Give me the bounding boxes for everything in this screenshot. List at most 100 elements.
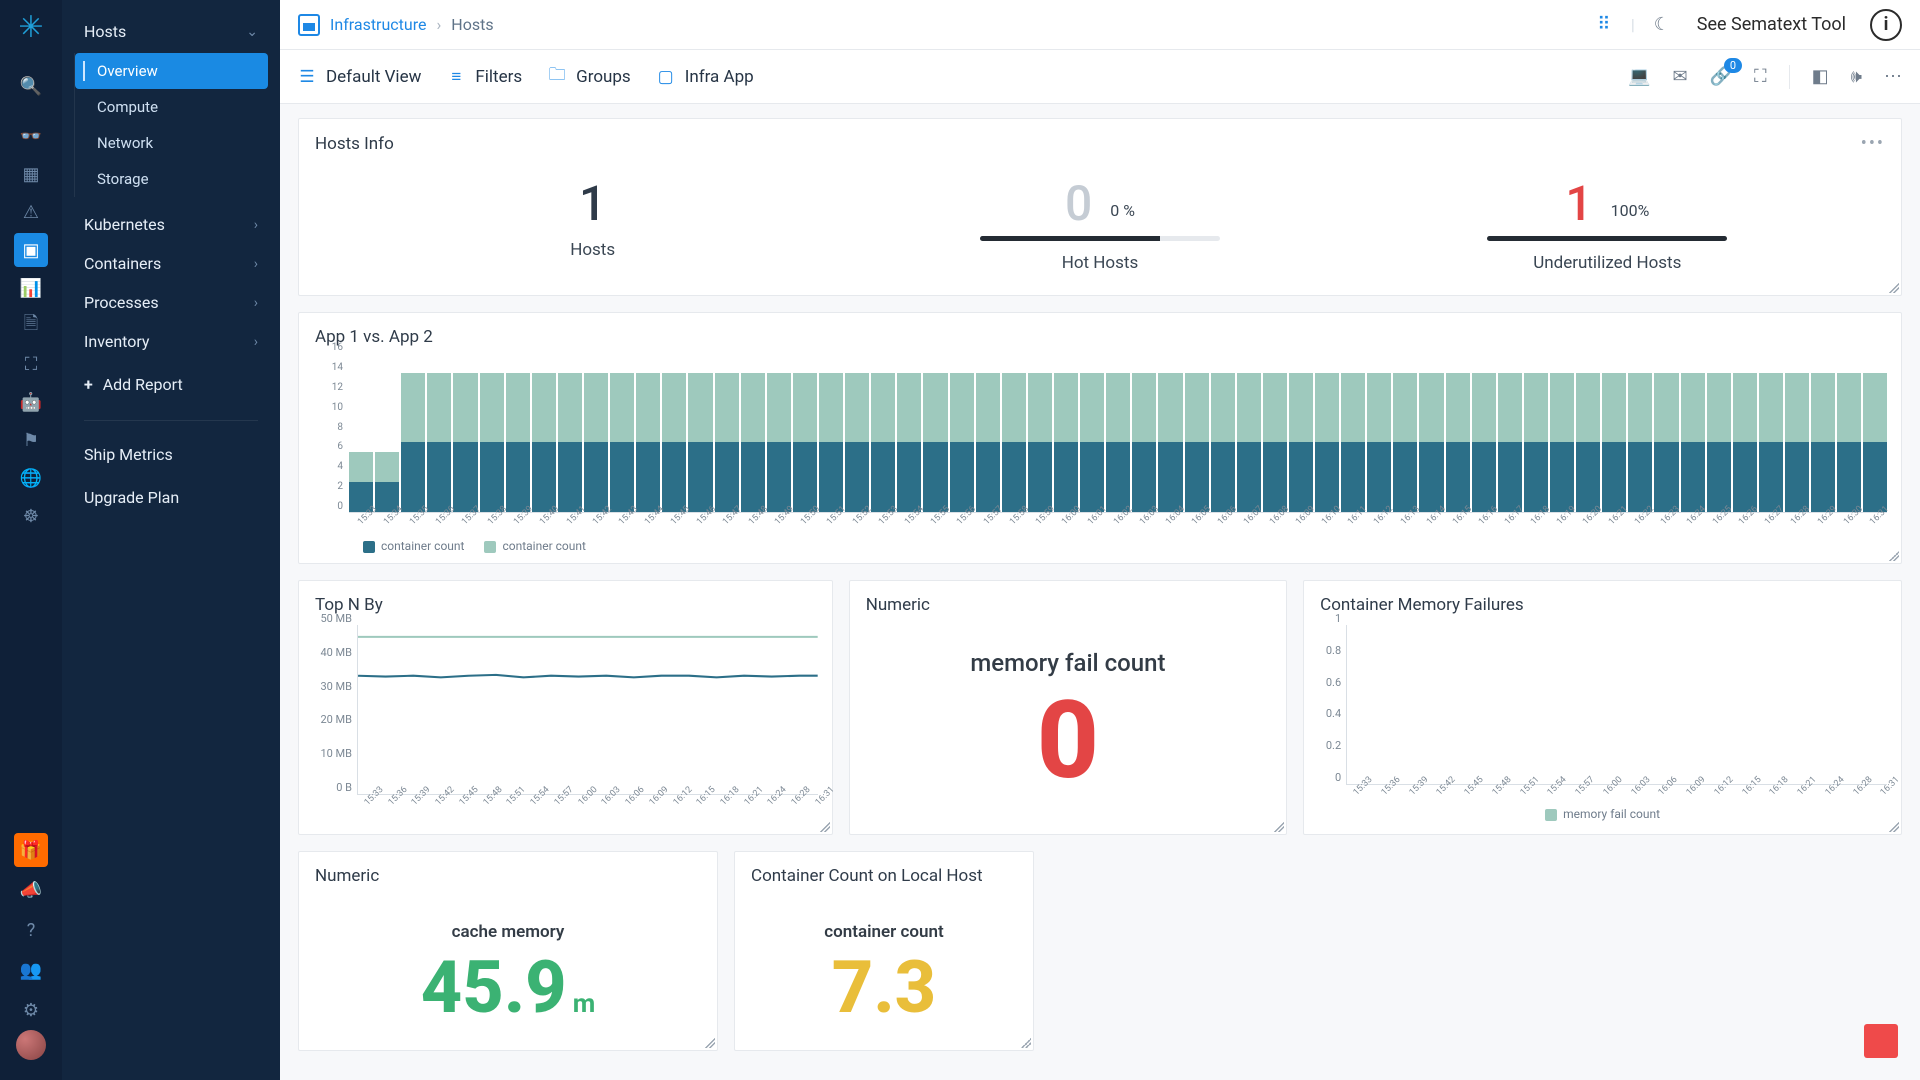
- panel-hosts-info: Hosts Info ••• 1 Hosts 0 0 % Hot Hosts: [298, 118, 1902, 296]
- upgrade-plan-link[interactable]: Upgrade Plan: [62, 476, 280, 519]
- divider: [1789, 65, 1790, 89]
- nav-sub-overview[interactable]: Overview: [75, 53, 268, 89]
- breadcrumb-root[interactable]: Infrastructure: [330, 15, 426, 34]
- add-report-label: Add Report: [103, 375, 183, 394]
- add-report-button[interactable]: +Add Report: [62, 361, 280, 408]
- infrastructure-icon[interactable]: ▣: [14, 233, 48, 267]
- content: Hosts Info ••• 1 Hosts 0 0 % Hot Hosts: [280, 104, 1920, 1080]
- globe-icon[interactable]: 🌐: [14, 461, 48, 495]
- nav-sub-storage[interactable]: Storage: [75, 161, 268, 197]
- nav-sub-compute[interactable]: Compute: [75, 89, 268, 125]
- infra-app-button[interactable]: ▢ Infra App: [657, 67, 754, 87]
- filters-button[interactable]: ≡ Filters: [447, 67, 522, 87]
- chevron-right-icon: ›: [254, 334, 258, 350]
- panel-cache-memory: Numeric cache memory 45.9m: [298, 851, 718, 1051]
- chevron-down-icon: ⌄: [246, 24, 258, 40]
- panel-menu-icon[interactable]: •••: [1861, 133, 1885, 154]
- gear-icon[interactable]: ⚙: [14, 993, 48, 1027]
- resize-handle[interactable]: [1889, 283, 1899, 293]
- chart-xaxis: 15:3315:3615:3915:4215:4515:4815:5115:54…: [357, 795, 832, 813]
- metric-bar: [1487, 236, 1727, 241]
- more-icon[interactable]: ⋯: [1884, 66, 1902, 87]
- binoculars-icon[interactable]: 👓: [14, 119, 48, 153]
- metric-pct: 0 %: [1110, 201, 1135, 228]
- nav-sub-network[interactable]: Network: [75, 125, 268, 161]
- default-view-label: Default View: [326, 67, 421, 87]
- megaphone-icon[interactable]: 📣: [14, 873, 48, 907]
- panel-container-memory-failures: Container Memory Failures 00.20.40.60.81…: [1303, 580, 1902, 835]
- chart-legend: container count container count: [313, 533, 1887, 563]
- numeric-subtitle: cache memory: [299, 922, 717, 942]
- filter-icon: ≡: [447, 68, 465, 86]
- ship-metrics-link[interactable]: Ship Metrics: [62, 433, 280, 476]
- logo-icon[interactable]: ✳: [18, 10, 43, 45]
- infra-box-icon: [298, 14, 320, 36]
- panel-title: Container Count on Local Host: [751, 866, 983, 886]
- nav-section-hosts[interactable]: Hosts ⌄: [62, 12, 280, 51]
- numeric-subtitle: container count: [735, 922, 1033, 942]
- resize-handle[interactable]: [1274, 822, 1284, 832]
- alert-icon[interactable]: ⚠: [14, 195, 48, 229]
- moon-icon[interactable]: ☾: [1651, 14, 1673, 36]
- panel-memory-fail-count: Numeric memory fail count 0: [849, 580, 1287, 835]
- nav-section-kubernetes[interactable]: Kubernetes ›: [62, 205, 280, 244]
- line-chart: 00.20.40.60.81: [1346, 625, 1887, 785]
- info-icon[interactable]: i: [1870, 9, 1902, 41]
- team-icon[interactable]: 👥: [14, 953, 48, 987]
- groups-label: Groups: [576, 67, 631, 87]
- resize-handle[interactable]: [1889, 551, 1899, 561]
- help-icon[interactable]: ?: [14, 913, 48, 947]
- box-icon: ▢: [657, 68, 675, 86]
- panel-container-count-local: Container Count on Local Host container …: [734, 851, 1034, 1051]
- flag-icon[interactable]: ⚑: [14, 423, 48, 457]
- apps-grid-icon[interactable]: ▦: [14, 157, 48, 191]
- grid-view-icon[interactable]: ⠿: [1593, 14, 1615, 36]
- nav-section-label: Processes: [84, 293, 159, 312]
- link-icon[interactable]: 🔗0: [1710, 66, 1732, 87]
- panel-left-icon[interactable]: ◧: [1812, 66, 1829, 87]
- cluster-icon[interactable]: ☸: [14, 499, 48, 533]
- numeric-value: 45.9m: [299, 952, 717, 1024]
- nav-section-label: Hosts: [84, 22, 126, 41]
- resize-handle[interactable]: [1021, 1038, 1031, 1048]
- laptop-icon[interactable]: 💻: [1628, 66, 1650, 87]
- nav-section-label: Inventory: [84, 332, 150, 351]
- gift-icon[interactable]: 🎁: [14, 833, 48, 867]
- sound-icon[interactable]: 🕪: [1851, 66, 1862, 87]
- legend-swatch: [363, 541, 375, 553]
- groups-button[interactable]: 🗀 Groups: [548, 67, 631, 87]
- panel-app-vs-app: App 1 vs. App 2 0246810121416 15:3315:34…: [298, 312, 1902, 564]
- resize-handle[interactable]: [1889, 822, 1899, 832]
- numeric-subtitle: memory fail count: [850, 649, 1286, 677]
- breadcrumb-current: Hosts: [451, 15, 493, 34]
- search-icon[interactable]: 🔍: [14, 69, 48, 103]
- resize-handle[interactable]: [820, 822, 830, 832]
- document-icon[interactable]: 🗎: [14, 309, 48, 343]
- metric-value: 0: [1065, 180, 1092, 228]
- metric-pct: 100%: [1611, 201, 1650, 228]
- metric-value: 1: [579, 180, 606, 228]
- metric-underutilized: 1 100% Underutilized Hosts: [1487, 180, 1727, 273]
- corner-badge[interactable]: [1864, 1024, 1898, 1058]
- fullscreen-icon[interactable]: ⛶: [1754, 66, 1767, 87]
- legend-swatch: [484, 541, 496, 553]
- mail-icon[interactable]: ✉: [1673, 66, 1688, 87]
- robot-icon[interactable]: 🤖: [14, 385, 48, 419]
- resize-handle[interactable]: [705, 1038, 715, 1048]
- nav-section-label: Containers: [84, 254, 161, 273]
- avatar[interactable]: [16, 1030, 46, 1060]
- bar-chart-icon[interactable]: 📊: [14, 271, 48, 305]
- metric-hosts: 1 Hosts: [473, 180, 713, 273]
- metric-label: Hosts: [473, 240, 713, 260]
- nav-section-processes[interactable]: Processes ›: [62, 283, 280, 322]
- see-tool-label[interactable]: See Sematext Tool: [1689, 10, 1854, 39]
- metric-bar: [980, 236, 1220, 241]
- nav-section-containers[interactable]: Containers ›: [62, 244, 280, 283]
- focus-icon[interactable]: ⛶: [14, 347, 48, 381]
- nav-section-inventory[interactable]: Inventory ›: [62, 322, 280, 361]
- legend-label: container count: [381, 539, 464, 553]
- divider: [84, 420, 258, 421]
- icon-rail: ✳ 🔍 👓 ▦ ⚠ ▣ 📊 🗎 ⛶ 🤖 ⚑ 🌐 ☸ 🎁 📣 ? 👥 ⚙: [0, 0, 62, 1080]
- default-view-button[interactable]: ☰ Default View: [298, 67, 421, 87]
- chevron-right-icon: ›: [254, 256, 258, 272]
